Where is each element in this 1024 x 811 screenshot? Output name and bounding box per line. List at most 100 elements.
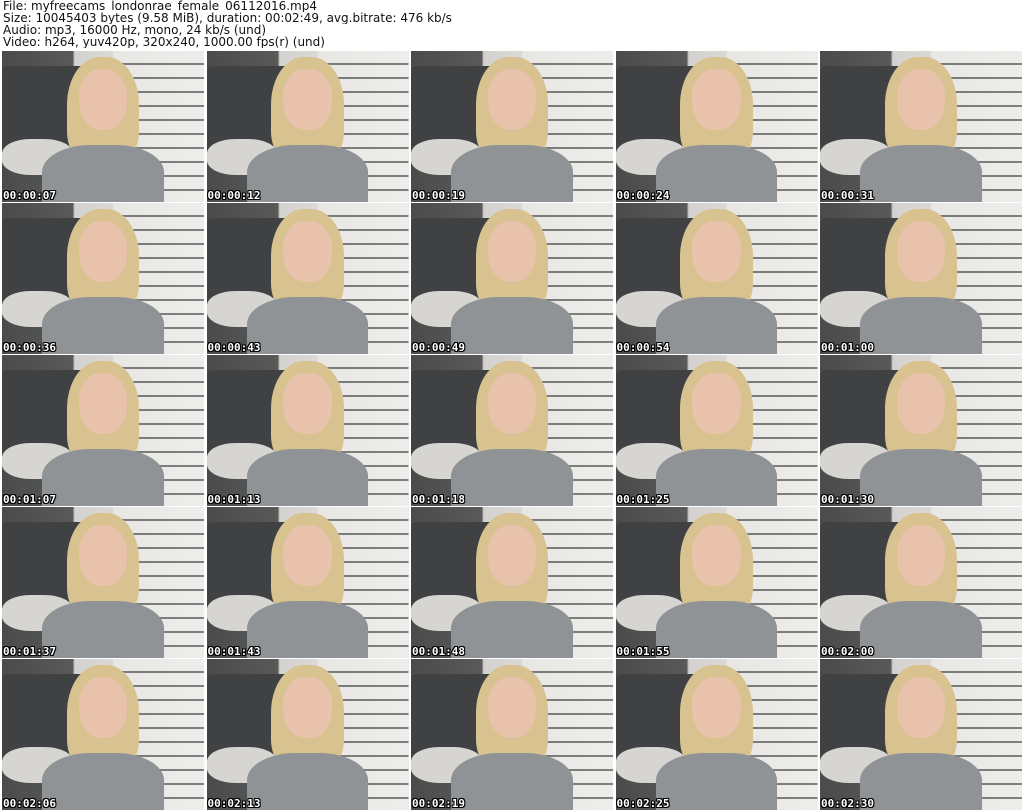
shirt-image [42,296,164,354]
shirt-image [451,144,573,202]
face-image [78,525,128,586]
face-image [78,69,128,130]
shirt-image [860,296,982,354]
shirt-image [42,144,164,202]
shirt-image [860,144,982,202]
shirt-image [42,752,164,810]
video-thumbnail: 00:01:30 [820,355,1022,506]
thumbnail-timestamp: 00:02:13 [207,797,261,810]
face-image [283,677,332,738]
face-image [487,373,537,434]
face-image [896,69,946,130]
shirt-image [451,448,573,506]
video-thumbnail: 00:01:13 [206,355,409,506]
thumbnail-timestamp: 00:01:48 [412,645,465,658]
face-image [896,373,946,434]
thumbnail-timestamp: 00:01:43 [207,645,261,658]
shirt-image [655,144,778,202]
face-image [692,373,741,434]
face-image [487,677,537,738]
shirt-image [246,144,369,202]
thumbnail-timestamp: 00:01:30 [821,493,874,506]
face-image [78,373,128,434]
video-thumbnail: 00:02:00 [820,507,1022,658]
shirt-image [860,600,982,658]
face-image [283,69,332,130]
face-image [283,373,332,434]
shirt-image [246,752,369,810]
face-image [78,677,128,738]
thumbnail-timestamp: 00:00:31 [821,189,874,202]
shirt-image [451,600,573,658]
face-image [692,221,741,282]
video-thumbnail: 00:02:06 [2,659,204,810]
video-thumbnail: 00:00:24 [615,51,818,202]
video-thumbnail: 00:00:49 [411,203,613,354]
video-thumbnail: 00:00:36 [2,203,204,354]
shirt-image [655,448,778,506]
thumbnail-timestamp: 00:01:13 [207,493,261,506]
face-image [487,221,537,282]
video-thumbnail: 00:00:07 [2,51,204,202]
video-thumbnail: 00:00:12 [206,51,409,202]
audio-info-line: Audio: mp3, 16000 Hz, mono, 24 kb/s (und… [3,24,267,36]
video-thumbnail: 00:01:07 [2,355,204,506]
thumbnail-timestamp: 00:01:37 [3,645,56,658]
thumbnail-timestamp: 00:00:49 [412,341,465,354]
video-thumbnail: 00:01:37 [2,507,204,658]
file-name-line: File: myfreecams_londonrae_female_061120… [3,0,317,12]
file-size-line: Size: 10045403 bytes (9.58 MiB), duratio… [3,12,452,24]
face-image [283,525,332,586]
file-info-header: File: myfreecams_londonrae_female_061120… [3,0,1021,50]
face-image [283,221,332,282]
face-image [896,525,946,586]
face-image [692,69,741,130]
video-thumbnail: 00:00:31 [820,51,1022,202]
shirt-image [655,752,778,810]
video-thumbnail: 00:01:25 [615,355,818,506]
thumbnail-timestamp: 00:01:55 [616,645,670,658]
thumbnail-timestamp: 00:00:43 [207,341,261,354]
shirt-image [655,600,778,658]
video-thumbnail: 00:01:18 [411,355,613,506]
video-thumbnail: 00:02:30 [820,659,1022,810]
thumbnail-timestamp: 00:00:19 [412,189,465,202]
thumbnail-timestamp: 00:01:07 [3,493,56,506]
shirt-image [246,448,369,506]
thumbnail-timestamp: 00:02:00 [821,645,874,658]
shirt-image [860,752,982,810]
face-image [487,525,537,586]
face-image [896,221,946,282]
video-thumbnail: 00:02:13 [206,659,409,810]
thumbnail-timestamp: 00:01:00 [821,341,874,354]
video-thumbnail: 00:01:43 [206,507,409,658]
thumbnail-timestamp: 00:01:25 [616,493,670,506]
shirt-image [246,600,369,658]
video-thumbnail: 00:01:48 [411,507,613,658]
face-image [487,69,537,130]
thumbnail-timestamp: 00:02:19 [412,797,465,810]
video-thumbnail: 00:00:43 [206,203,409,354]
video-info-line: Video: h264, yuv420p, 320x240, 1000.00 f… [3,36,325,48]
thumbnail-timestamp: 00:00:24 [616,189,670,202]
video-thumbnail: 00:02:25 [615,659,818,810]
thumbnail-timestamp: 00:00:12 [207,189,261,202]
thumbnail-timestamp: 00:02:06 [3,797,56,810]
face-image [692,525,741,586]
thumbnail-grid: 00:00:07 00:00:12 00:00:19 00:00:24 00:00:31… [2,51,1022,810]
thumbnail-timestamp: 00:00:54 [616,341,670,354]
thumbnail-timestamp: 00:02:30 [821,797,874,810]
thumbnail-timestamp: 00:00:07 [3,189,56,202]
video-thumbnail: 00:01:00 [820,203,1022,354]
video-thumbnail: 00:01:55 [615,507,818,658]
video-thumbnail: 00:00:54 [615,203,818,354]
shirt-image [451,752,573,810]
video-thumbnail: 00:02:19 [411,659,613,810]
shirt-image [42,600,164,658]
face-image [78,221,128,282]
thumbnail-timestamp: 00:00:36 [3,341,56,354]
shirt-image [451,296,573,354]
shirt-image [246,296,369,354]
shirt-image [42,448,164,506]
face-image [692,677,741,738]
